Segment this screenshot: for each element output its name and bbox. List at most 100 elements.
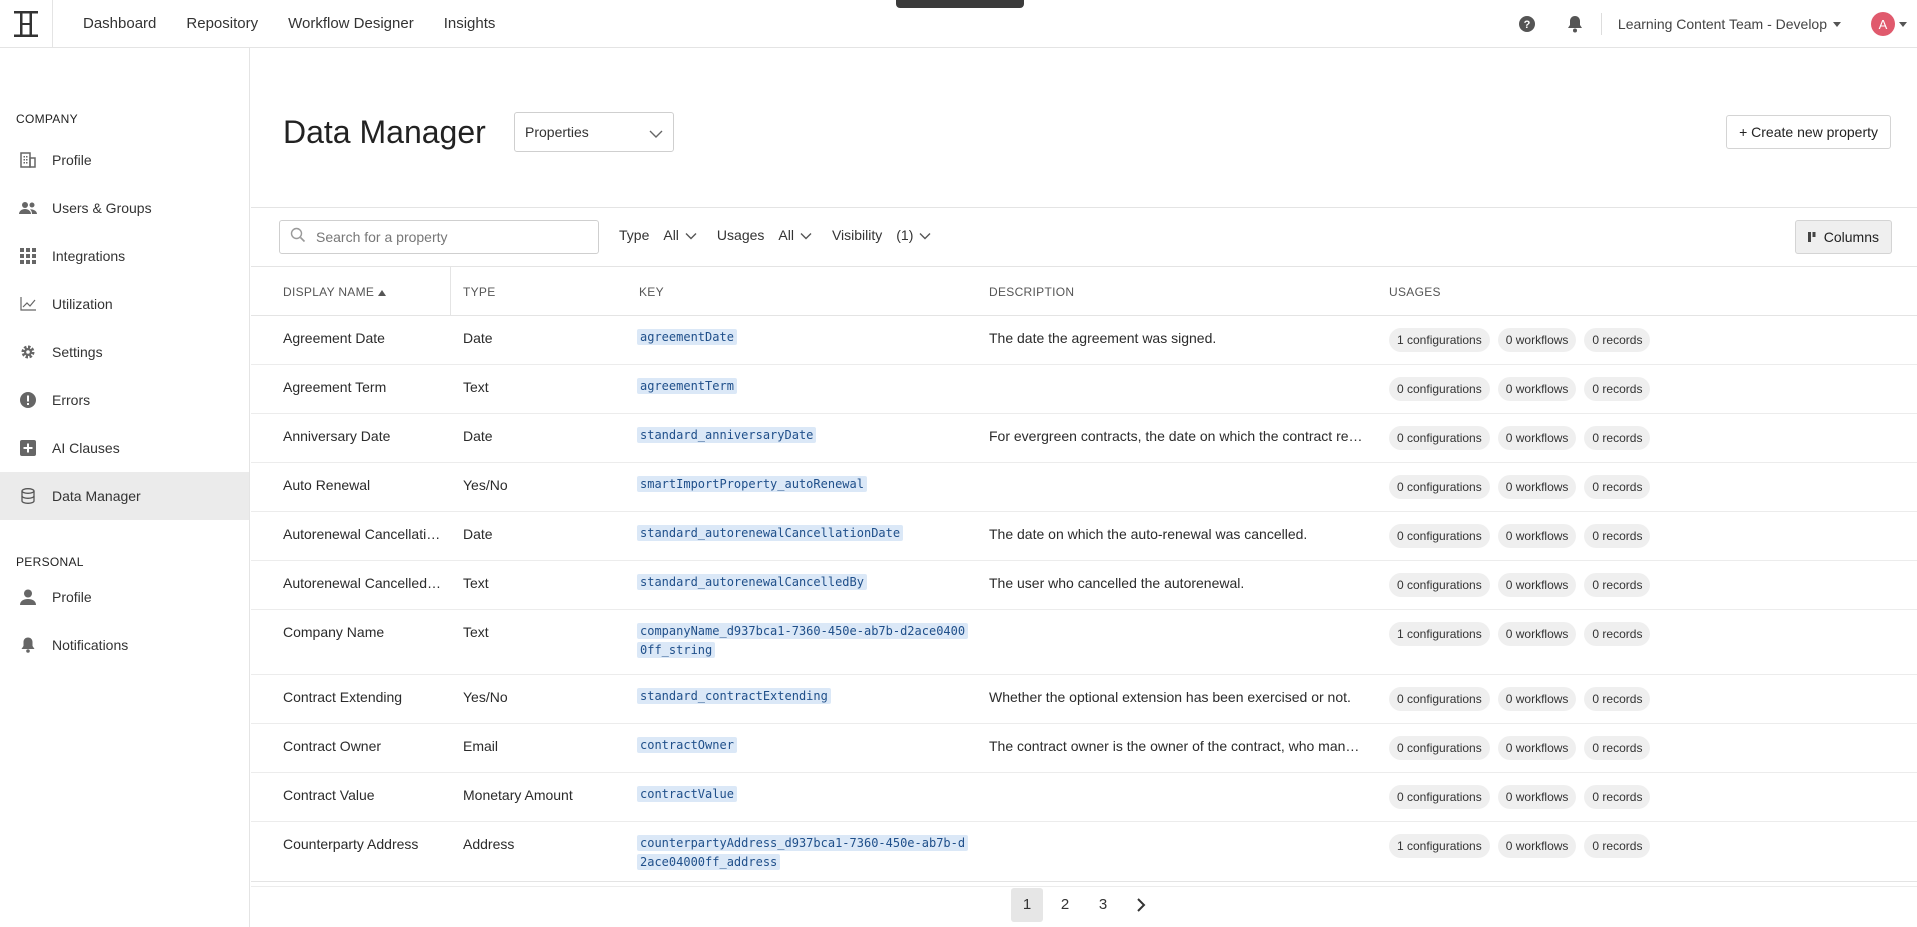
records-badge[interactable]: 0 records bbox=[1584, 736, 1651, 760]
chevron-down-icon[interactable] bbox=[919, 227, 931, 243]
column-header-key[interactable]: KEY bbox=[639, 285, 664, 299]
configurations-badge[interactable]: 0 configurations bbox=[1389, 785, 1490, 809]
workflows-badge[interactable]: 0 workflows bbox=[1497, 426, 1577, 450]
page-button-1[interactable]: 1 bbox=[1011, 887, 1043, 922]
workflows-badge[interactable]: 0 workflows bbox=[1497, 834, 1577, 858]
sidebar-item-errors[interactable]: Errors bbox=[0, 376, 249, 424]
table-row[interactable]: Contract Extending Yes/No standard_contrac… bbox=[251, 675, 1917, 724]
create-property-button[interactable]: + Create new property bbox=[1726, 115, 1891, 149]
records-badge[interactable]: 0 records bbox=[1584, 622, 1651, 646]
sidebar-item-settings[interactable]: Settings bbox=[0, 328, 249, 376]
nav-dashboard[interactable]: Dashboard bbox=[83, 15, 156, 32]
table-row[interactable]: Agreement Date Date agreementDate The date … bbox=[251, 316, 1917, 365]
cell-key: smartImportProperty_autoRenewal bbox=[637, 475, 967, 494]
bell-icon[interactable] bbox=[1565, 14, 1585, 34]
table-row[interactable]: Company Name Text companyName_d937bca1-736… bbox=[251, 610, 1917, 675]
configurations-badge[interactable]: 1 configurations bbox=[1389, 328, 1490, 352]
team-switcher[interactable]: Learning Content Team - Develop bbox=[1618, 16, 1841, 32]
workflows-badge[interactable]: 0 workflows bbox=[1497, 524, 1577, 548]
sidebar-item-notifications[interactable]: Notifications bbox=[0, 621, 249, 669]
configurations-badge[interactable]: 0 configurations bbox=[1389, 687, 1490, 711]
cell-description: The user who cancelled the autorenewal. bbox=[989, 575, 1245, 591]
table-row[interactable]: Anniversary Date Date standard_anniversary… bbox=[251, 414, 1917, 463]
records-badge[interactable]: 0 records bbox=[1584, 687, 1651, 711]
sidebar-item-label: Integrations bbox=[52, 248, 126, 264]
table-row[interactable]: Contract Owner Email contractOwner The cont… bbox=[251, 724, 1917, 773]
type-filter-value[interactable]: All bbox=[663, 227, 679, 243]
cell-usages: 1 configurations 0 workflows 0 records bbox=[1389, 834, 1651, 858]
chevron-down-icon[interactable] bbox=[685, 227, 697, 243]
column-header-description[interactable]: DESCRIPTION bbox=[989, 285, 1074, 299]
personal-section-label: PERSONAL bbox=[16, 555, 84, 569]
table-row[interactable]: Autorenewal Cancelled By Text standard_aut… bbox=[251, 561, 1917, 610]
sidebar-item-ai-clauses[interactable]: AI Clauses bbox=[0, 424, 249, 472]
workflows-badge[interactable]: 0 workflows bbox=[1497, 328, 1577, 352]
column-header-type[interactable]: TYPE bbox=[463, 285, 496, 299]
configurations-badge[interactable]: 0 configurations bbox=[1389, 524, 1490, 548]
select-value: Properties bbox=[525, 124, 589, 140]
records-badge[interactable]: 0 records bbox=[1584, 377, 1651, 401]
sidebar-item-profile[interactable]: Profile bbox=[0, 136, 249, 184]
search-input[interactable] bbox=[316, 229, 576, 245]
workflows-badge[interactable]: 0 workflows bbox=[1497, 622, 1577, 646]
columns-button[interactable]: Columns bbox=[1794, 220, 1892, 254]
workflows-badge[interactable]: 0 workflows bbox=[1497, 785, 1577, 809]
column-header-display-name[interactable]: DISPLAY NAME bbox=[283, 285, 387, 299]
key-code: standard_anniversaryDate bbox=[637, 427, 817, 443]
workflows-badge[interactable]: 0 workflows bbox=[1497, 475, 1577, 499]
sidebar-item-users-groups[interactable]: Users & Groups bbox=[0, 184, 249, 232]
help-icon[interactable]: ? bbox=[1517, 14, 1537, 34]
page-button-3[interactable]: 3 bbox=[1087, 888, 1119, 922]
sidebar-item-personal-profile[interactable]: Profile bbox=[0, 573, 249, 621]
records-badge[interactable]: 0 records bbox=[1584, 475, 1651, 499]
visibility-filter-value[interactable]: (1) bbox=[896, 227, 913, 243]
configurations-badge[interactable]: 1 configurations bbox=[1389, 834, 1490, 858]
records-badge[interactable]: 0 records bbox=[1584, 328, 1651, 352]
column-resize-handle[interactable] bbox=[450, 267, 451, 316]
table-row[interactable]: Agreement Term Text agreementTerm 0 configu… bbox=[251, 365, 1917, 414]
bell-icon bbox=[18, 635, 38, 655]
records-badge[interactable]: 0 records bbox=[1584, 426, 1651, 450]
app-logo[interactable] bbox=[0, 0, 53, 48]
user-menu[interactable]: A bbox=[1871, 12, 1907, 36]
records-badge[interactable]: 0 records bbox=[1584, 524, 1651, 548]
records-badge[interactable]: 0 records bbox=[1584, 573, 1651, 597]
records-badge[interactable]: 0 records bbox=[1584, 834, 1651, 858]
entity-type-select[interactable]: Properties bbox=[514, 112, 674, 152]
workflows-badge[interactable]: 0 workflows bbox=[1497, 377, 1577, 401]
table-row[interactable]: Counterparty Address Address counterpartyA… bbox=[251, 822, 1917, 887]
sidebar-item-integrations[interactable]: Integrations bbox=[0, 232, 249, 280]
cell-description: The date on which the auto-renewal was c… bbox=[989, 526, 1308, 542]
workflows-badge[interactable]: 0 workflows bbox=[1497, 573, 1577, 597]
page-button-2[interactable]: 2 bbox=[1049, 888, 1081, 922]
records-badge[interactable]: 0 records bbox=[1584, 785, 1651, 809]
configurations-badge[interactable]: 0 configurations bbox=[1389, 426, 1490, 450]
configurations-badge[interactable]: 0 configurations bbox=[1389, 377, 1490, 401]
usages-filter-value[interactable]: All bbox=[778, 227, 794, 243]
top-notch bbox=[896, 0, 1024, 8]
sidebar-item-utilization[interactable]: Utilization bbox=[0, 280, 249, 328]
cell-display-name: Anniversary Date bbox=[283, 428, 391, 444]
configurations-badge[interactable]: 1 configurations bbox=[1389, 622, 1490, 646]
configurations-badge[interactable]: 0 configurations bbox=[1389, 475, 1490, 499]
usages-filter-label: Usages bbox=[716, 227, 765, 243]
table-row[interactable]: Auto Renewal Yes/No smartImportProperty_au… bbox=[251, 463, 1917, 512]
cell-display-name: Agreement Term bbox=[283, 379, 387, 395]
configurations-badge[interactable]: 0 configurations bbox=[1389, 736, 1490, 760]
cell-key: contractOwner bbox=[637, 736, 967, 755]
sidebar-item-data-manager[interactable]: Data Manager bbox=[0, 472, 249, 520]
column-header-usages[interactable]: USAGES bbox=[1389, 285, 1441, 299]
nav-repository[interactable]: Repository bbox=[186, 15, 258, 32]
chevron-down-icon[interactable] bbox=[800, 227, 812, 243]
table-row[interactable]: Contract Value Monetary Amount contractVal… bbox=[251, 773, 1917, 822]
grid-icon bbox=[18, 246, 38, 266]
sidebar-item-label: Errors bbox=[52, 392, 91, 408]
nav-insights[interactable]: Insights bbox=[444, 15, 496, 32]
table-row[interactable]: Autorenewal Cancellation Date Date standar… bbox=[251, 512, 1917, 561]
workflows-badge[interactable]: 0 workflows bbox=[1497, 687, 1577, 711]
workflows-badge[interactable]: 0 workflows bbox=[1497, 736, 1577, 760]
configurations-badge[interactable]: 0 configurations bbox=[1389, 573, 1490, 597]
next-page-button[interactable] bbox=[1125, 888, 1157, 922]
nav-workflow-designer[interactable]: Workflow Designer bbox=[288, 15, 414, 32]
cell-type: Yes/No bbox=[463, 477, 508, 493]
